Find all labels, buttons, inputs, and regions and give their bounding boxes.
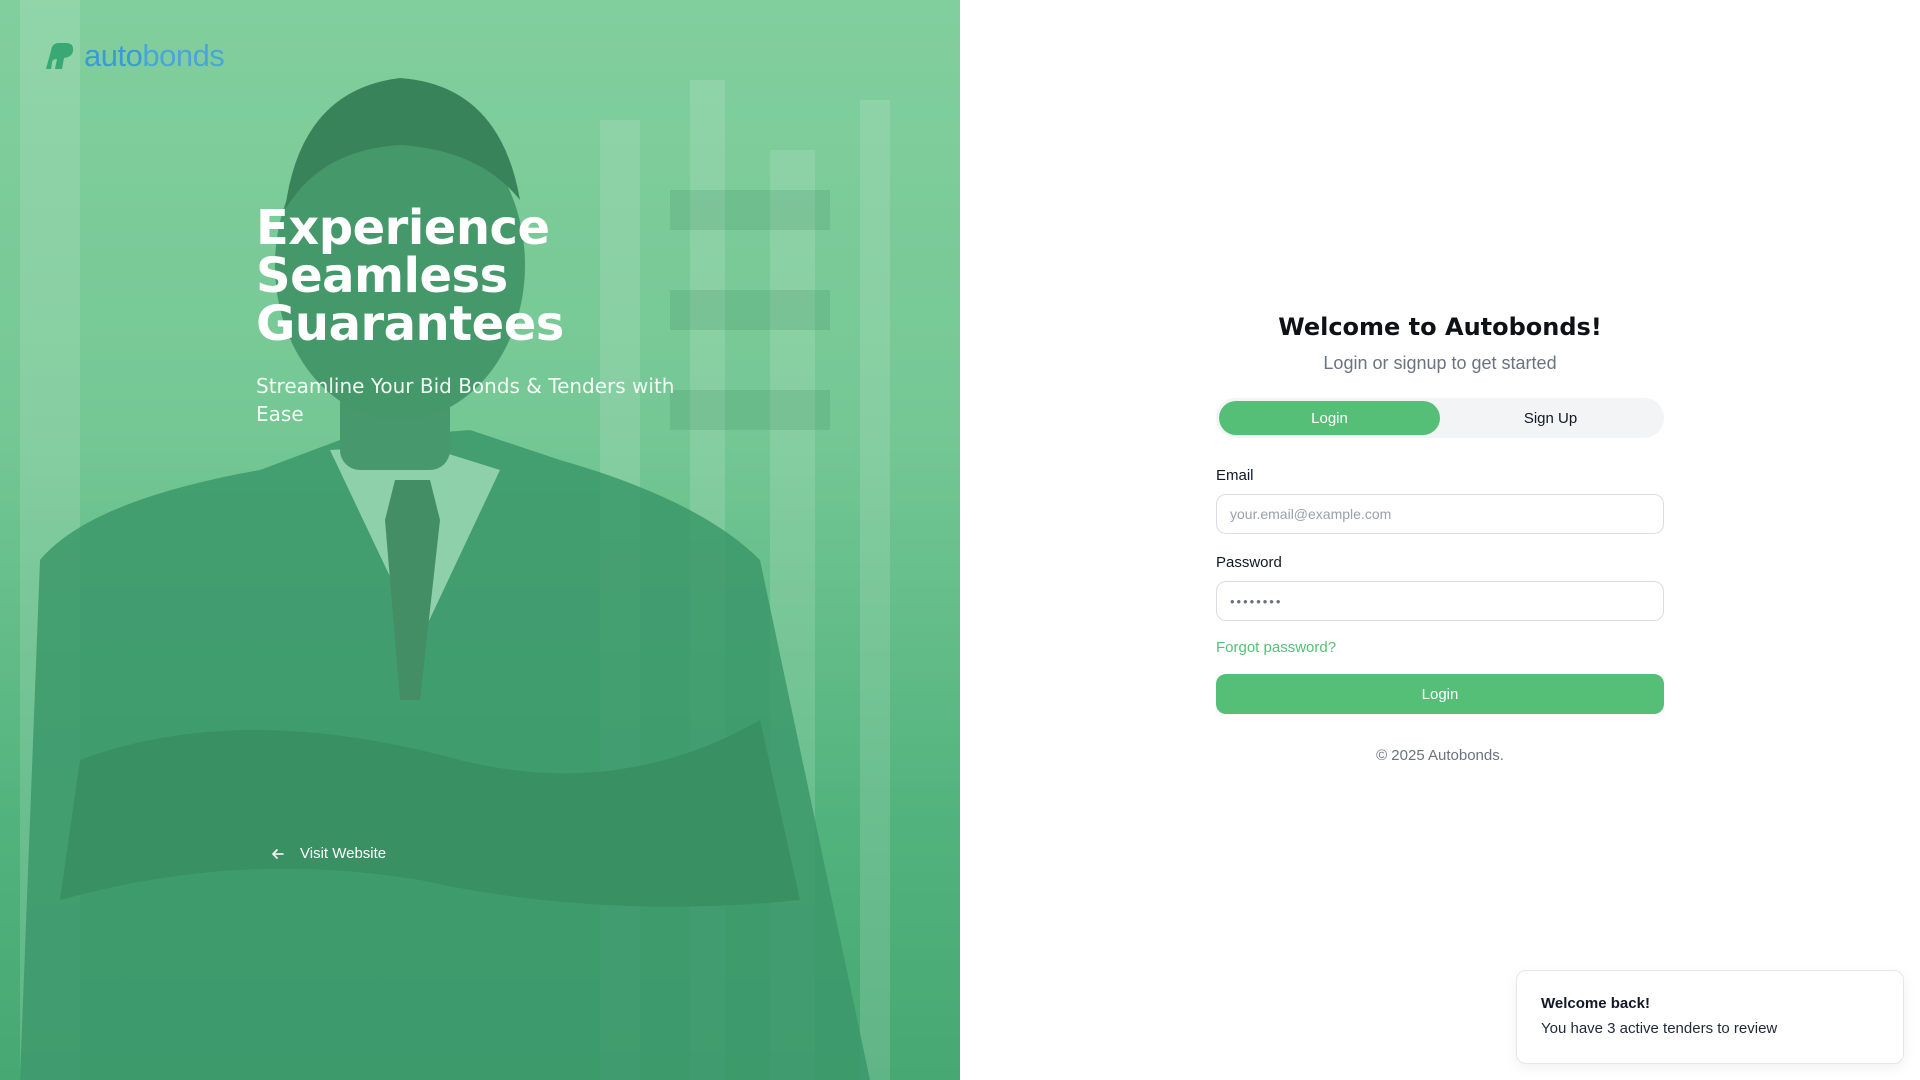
- welcome-toast[interactable]: Welcome back! You have 3 active tenders …: [1516, 970, 1904, 1064]
- password-field[interactable]: ••••••••: [1216, 581, 1664, 621]
- toast-title: Welcome back!: [1541, 995, 1650, 1012]
- hero-subheadline: Streamline Your Bid Bonds & Tenders with…: [256, 374, 675, 426]
- arrow-left-icon: [272, 848, 284, 859]
- hero-headline: Experience Seamless Guarantees: [256, 204, 716, 348]
- page-title: Welcome to Autobonds!: [1278, 313, 1602, 341]
- page-subtitle: Login or signup to get started: [1323, 353, 1557, 373]
- logo-text-bonds: bonds: [142, 38, 225, 73]
- autobonds-logo-icon: [46, 43, 74, 69]
- email-placeholder: your.email@example.com: [1230, 506, 1392, 522]
- brand-logo[interactable]: autobonds: [42, 38, 225, 74]
- toast-message: You have 3 active tenders to review: [1541, 1020, 1778, 1037]
- login-form: Welcome to Autobonds! Login or signup to…: [1216, 313, 1664, 764]
- email-field[interactable]: your.email@example.com: [1216, 494, 1664, 534]
- logo-text-auto: auto: [84, 38, 143, 73]
- auth-tabs: Login Sign Up: [1216, 398, 1664, 438]
- tab-sign-up[interactable]: Sign Up: [1440, 401, 1661, 435]
- tab-login[interactable]: Login: [1219, 401, 1440, 435]
- forgot-password-link[interactable]: Forgot password?: [1216, 639, 1336, 656]
- visit-website-label: Visit Website: [300, 845, 387, 862]
- headline-line: Guarantees: [256, 296, 564, 352]
- copyright-text: © 2025 Autobonds.: [1376, 747, 1504, 764]
- email-label: Email: [1216, 467, 1254, 484]
- password-value: ••••••••: [1230, 593, 1283, 609]
- hero-panel: autobonds Experience Seamless Guarantees…: [0, 0, 960, 1080]
- visit-website-link[interactable]: Visit Website: [270, 845, 386, 862]
- password-label: Password: [1216, 554, 1282, 571]
- hero-overlay: [0, 0, 960, 1080]
- login-button[interactable]: Login: [1216, 674, 1664, 714]
